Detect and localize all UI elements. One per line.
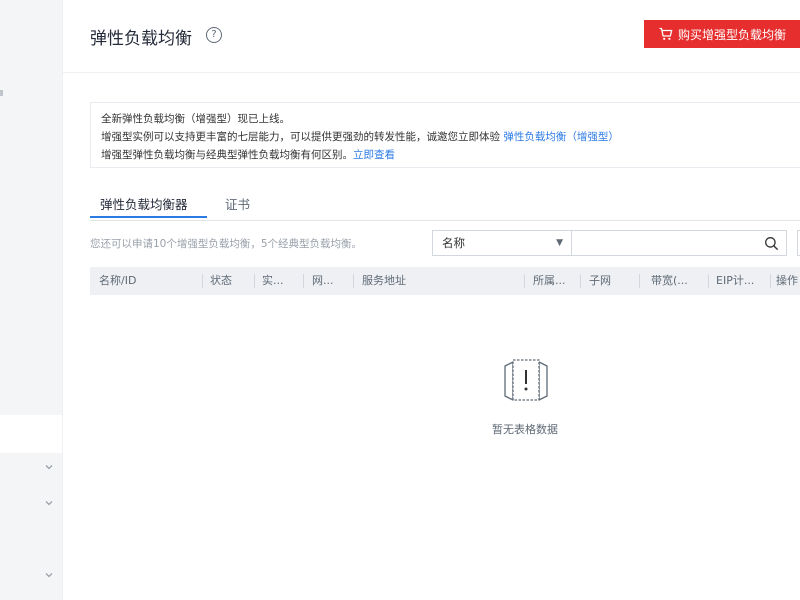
quota-hint: 您还可以申请10个增强型负载均衡，5个经典型负载均衡。 <box>90 238 363 250</box>
column-divider <box>202 274 203 288</box>
filter-field-select[interactable]: 名称 ▼ <box>432 230 572 256</box>
column-divider <box>303 274 304 288</box>
column-header[interactable]: 实... <box>262 267 302 295</box>
sidebar-gap <box>0 415 62 453</box>
column-divider <box>254 274 255 288</box>
column-divider <box>770 274 771 288</box>
tab-certificates[interactable]: 证书 <box>225 194 250 213</box>
sidebar <box>0 0 63 600</box>
view-difference-link[interactable]: 立即查看 <box>353 149 395 161</box>
column-header[interactable]: 带宽(... <box>651 267 707 295</box>
chevron-down-icon[interactable] <box>43 462 55 474</box>
caret-down-icon: ▼ <box>556 238 563 248</box>
column-header[interactable]: 名称/ID <box>99 267 199 295</box>
sidebar-upper <box>0 0 62 415</box>
question-circle-icon[interactable]: ? <box>206 27 222 43</box>
column-header: 操作 <box>776 274 798 287</box>
chevron-down-icon[interactable] <box>43 570 55 582</box>
column-header[interactable]: 所属... <box>533 267 579 295</box>
column-header[interactable]: 子网 <box>589 267 635 295</box>
tab-load-balancers[interactable]: 弹性负载均衡器 <box>100 194 188 213</box>
try-enhanced-link[interactable]: 弹性负载均衡（增强型） <box>503 131 619 143</box>
cart-icon <box>659 27 673 40</box>
notice-text: 增强型实例可以支持更丰富的七层能力，可以提供更强劲的转发性能，诚邀您立即体验 <box>101 131 504 143</box>
column-header[interactable]: EIP计... <box>716 267 770 295</box>
notice-line: 增强型实例可以支持更丰富的七层能力，可以提供更强劲的转发性能，诚邀您立即体验 弹… <box>101 129 619 144</box>
column-divider <box>708 274 709 288</box>
column-header[interactable]: 状态 <box>210 267 254 295</box>
active-tab-indicator <box>90 216 207 218</box>
column-header[interactable]: 网... <box>312 267 352 295</box>
notice-text: 增强型弹性负载均衡与经典型弹性负载均衡有何区别。 <box>101 149 353 161</box>
empty-document-icon <box>504 359 548 401</box>
column-divider <box>580 274 581 288</box>
table-header: 名称/ID 状态 实... 网... 服务地址 所属... 子网 带宽(... … <box>90 267 800 295</box>
announcement-box: 全新弹性负载均衡（增强型）现已上线。 增强型实例可以支持更丰富的七层能力，可以提… <box>90 102 800 168</box>
search-input[interactable] <box>572 230 787 256</box>
column-divider <box>639 274 640 288</box>
buy-load-balancer-button[interactable]: 购买增强型负载均衡 <box>644 20 800 48</box>
empty-state-text: 暂无表格数据 <box>492 423 558 436</box>
column-header[interactable]: 服务地址 <box>362 267 522 295</box>
buy-button-label: 购买增强型负载均衡 <box>678 27 787 42</box>
sidebar-active-marker <box>0 90 3 96</box>
chevron-down-icon[interactable] <box>43 498 55 510</box>
notice-line: 增强型弹性负载均衡与经典型弹性负载均衡有何区别。立即查看 <box>101 147 395 162</box>
search-icon[interactable] <box>764 236 779 251</box>
notice-line: 全新弹性负载均衡（增强型）现已上线。 <box>101 113 290 125</box>
tab-bar: 弹性负载均衡器 证书 <box>90 188 800 221</box>
column-divider <box>524 274 525 288</box>
page-title: 弹性负载均衡 <box>90 29 192 49</box>
page-header: 弹性负载均衡 ? 购买增强型负载均衡 <box>63 0 800 73</box>
filter-selected-value: 名称 <box>442 236 465 250</box>
column-divider <box>353 274 354 288</box>
main-content: 弹性负载均衡 ? 购买增强型负载均衡 全新弹性负载均衡（增强型）现已上线。 增强… <box>63 0 800 600</box>
